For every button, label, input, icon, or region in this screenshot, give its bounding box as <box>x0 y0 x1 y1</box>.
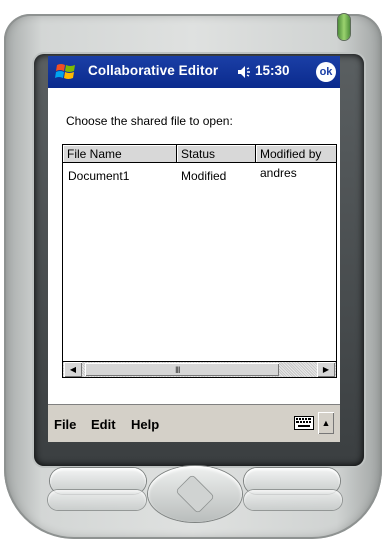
windows-flag-icon[interactable] <box>54 61 78 83</box>
scroll-thumb[interactable]: III <box>85 363 279 376</box>
table-row[interactable]: Document1 Modified andres <box>63 166 336 185</box>
file-list[interactable]: File Name Status Modified by Document1 M… <box>62 144 337 378</box>
navigation-pad[interactable] <box>148 466 242 522</box>
menu-edit[interactable]: Edit <box>91 417 116 432</box>
title-bar: Collaborative Editor 15:30 ok <box>48 56 340 88</box>
scroll-grip: III <box>175 365 180 375</box>
ok-button[interactable]: ok <box>316 62 336 82</box>
triangle-up-icon[interactable]: ▲ <box>318 412 334 434</box>
menu-file[interactable]: File <box>54 417 76 432</box>
column-header-status[interactable]: Status <box>177 145 256 163</box>
speaker-icon[interactable] <box>237 64 253 80</box>
column-header-file-name[interactable]: File Name <box>63 145 177 163</box>
horizontal-scrollbar[interactable]: ◀ III ▶ <box>63 361 336 377</box>
cell-file-name: Document1 <box>68 169 130 183</box>
status-led <box>338 14 350 40</box>
hardware-button-left-lower[interactable] <box>48 490 146 510</box>
prompt-label: Choose the shared file to open: <box>66 114 233 128</box>
cell-status: Modified <box>181 169 227 183</box>
column-header-modified-by[interactable]: Modified by <box>256 145 336 163</box>
device-screen: Collaborative Editor 15:30 ok Choose the… <box>48 56 340 442</box>
hardware-button-right-lower[interactable] <box>244 490 342 510</box>
navigation-pad-center[interactable] <box>176 475 214 513</box>
cell-modified-by: andres <box>260 166 297 180</box>
scroll-left-button[interactable]: ◀ <box>64 362 82 377</box>
menu-bar: File Edit Help ▲ <box>48 404 340 442</box>
keyboard-icon[interactable] <box>294 416 314 430</box>
scroll-right-button[interactable]: ▶ <box>317 362 335 377</box>
menu-help[interactable]: Help <box>131 417 159 432</box>
clock[interactable]: 15:30 <box>255 63 290 78</box>
app-title: Collaborative Editor <box>88 63 219 78</box>
list-header: File Name Status Modified by <box>63 145 336 165</box>
